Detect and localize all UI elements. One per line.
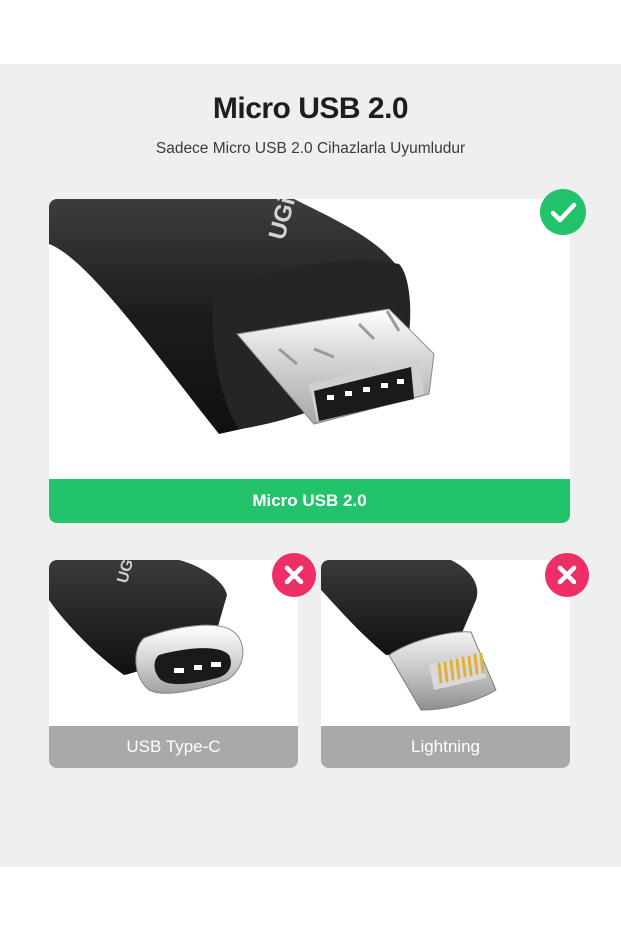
close-icon [284, 565, 304, 585]
micro-usb-connector-image: UGi [49, 199, 435, 434]
page-subtitle: Sadece Micro USB 2.0 Cihazlarla Uyumludu… [155, 140, 466, 157]
close-icon [557, 565, 577, 585]
usb-type-c-card: UG USB Type-C [49, 560, 298, 768]
check-icon [550, 202, 577, 223]
lightning-label: Lightning [321, 726, 570, 768]
compatible-badge [540, 189, 586, 235]
page-title: Micro USB 2.0 [212, 92, 409, 125]
not-compatible-badge [272, 553, 316, 597]
not-compatible-badge [545, 553, 589, 597]
usb-type-c-label: USB Type-C [49, 726, 298, 768]
lightning-card: Lightning [321, 560, 570, 768]
micro-usb-label: Micro USB 2.0 [49, 479, 570, 523]
micro-usb-card: UGi Micro USB 2.0 [49, 199, 570, 523]
